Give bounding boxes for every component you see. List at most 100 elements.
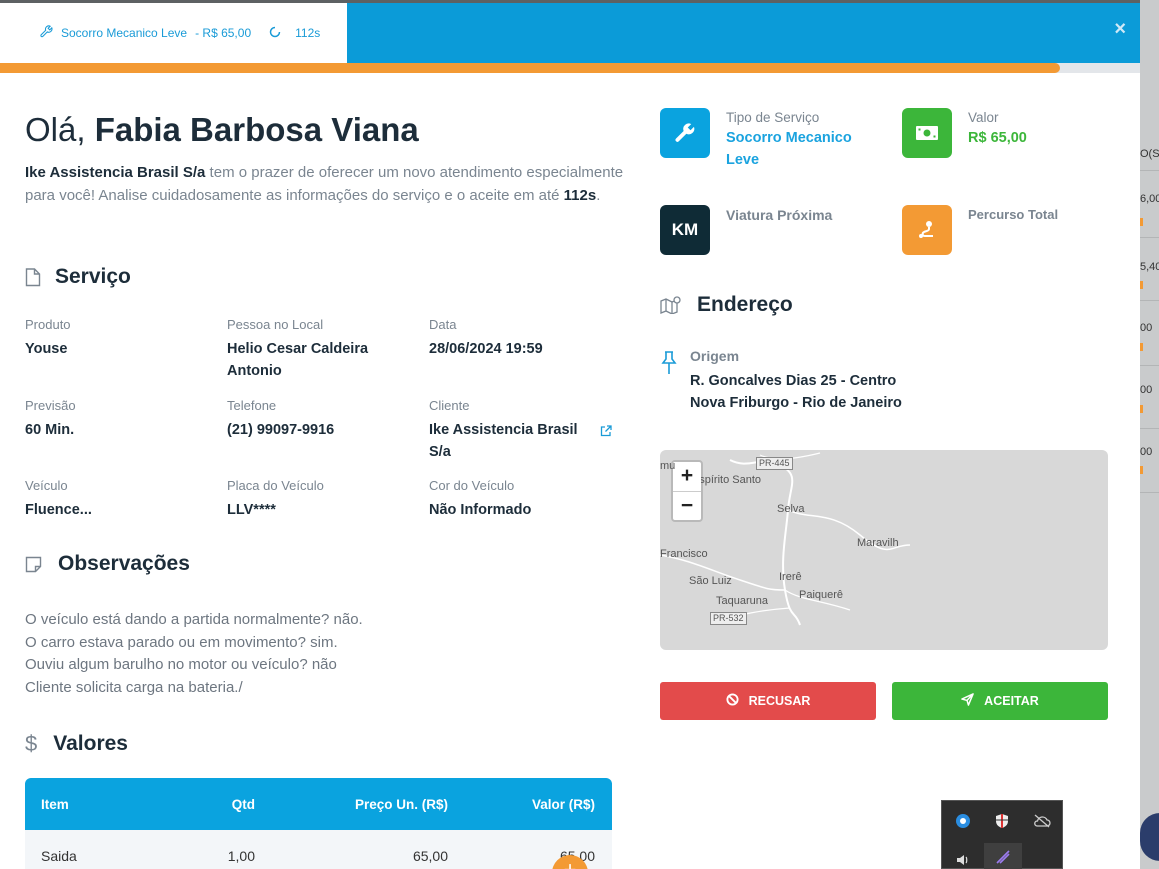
zoom-in-button[interactable]: +: [673, 462, 701, 491]
field-label: Placa do Veículo: [227, 478, 324, 493]
section-servico-title: Serviço: [55, 265, 131, 288]
bg-marker: [1140, 343, 1143, 351]
table-cell: 1,00: [227, 848, 255, 864]
observacao-line: O veículo está dando a partida normalmen…: [25, 611, 363, 628]
map-label: mu: [660, 460, 676, 472]
ban-icon: [726, 693, 749, 709]
card-percurso: Percurso Total: [902, 205, 1058, 255]
field-pessoa-local: Pessoa no Local Helio Cesar Caldeira Ant…: [227, 317, 407, 382]
map-label: Francisco: [660, 548, 708, 560]
valores-table: Item Qtd Preço Un. (R$) Valor (R$) Saida…: [25, 778, 612, 869]
field-value: Ike Assistencia Brasil S/a: [429, 422, 578, 460]
tab-service-price: - R$ 65,00: [195, 26, 252, 40]
note-icon: [25, 556, 42, 573]
intro-text: Ike Assistencia Brasil S/a tem o prazer …: [25, 161, 625, 207]
origin-line1: R. Goncalves Dias 25 - Centro: [690, 373, 897, 389]
system-tray-popup: [941, 800, 1063, 869]
card-valor: Valor R$ 65,00: [902, 108, 1027, 158]
field-label: Veículo: [25, 478, 68, 493]
map-label: Espírito Santo: [701, 474, 761, 486]
section-servico: Serviço: [25, 265, 131, 289]
intro-text-end: .: [596, 187, 601, 204]
pen-icon[interactable]: [984, 843, 1022, 869]
table-cell: Saida: [41, 848, 77, 864]
document-icon: [25, 267, 41, 287]
countdown-progress-fill: [0, 63, 1061, 73]
map-label: Maravilh: [857, 537, 899, 549]
field-value: Fluence...: [25, 502, 92, 518]
km-icon: KM: [660, 205, 710, 255]
pin-icon: [660, 351, 678, 414]
field-data: Data 28/06/2024 19:59: [429, 317, 619, 360]
field-cliente: Cliente Ike Assistencia Brasil S/a: [429, 398, 612, 463]
column-header-item: Item: [41, 796, 69, 812]
service-tab[interactable]: Socorro Mecanico Leve - R$ 65,00 112s: [0, 3, 347, 63]
bg-divider: [1140, 170, 1159, 171]
map-label: Irerê: [779, 571, 802, 583]
map-label: Paiquerê: [799, 589, 844, 601]
bg-divider: [1140, 237, 1159, 238]
bg-cell: 00: [1140, 384, 1153, 396]
refuse-button[interactable]: RECUSAR: [660, 682, 876, 720]
shield-icon[interactable]: [992, 811, 1012, 831]
card-tipo-servico: Tipo de Serviço Socorro Mecanico Leve: [660, 108, 866, 171]
field-veiculo: Veículo Fluence...: [25, 478, 215, 521]
intro-company: Ike Assistencia Brasil S/a: [25, 164, 206, 181]
section-observacoes-title: Observações: [58, 552, 190, 575]
card-value: Socorro Mecanico Leve: [726, 130, 852, 168]
dollar-icon: $: [25, 731, 38, 756]
field-label: Previsão: [25, 398, 76, 413]
speaker-icon[interactable]: [953, 850, 973, 869]
wrench-icon: [660, 108, 710, 158]
origin-label: Origem: [690, 348, 740, 364]
table-cell: 65,00: [412, 848, 448, 864]
field-value: 60 Min.: [25, 422, 75, 438]
section-valores: $ Valores: [25, 731, 128, 757]
bg-cell: 00: [1140, 446, 1153, 458]
bg-cell: O(S: [1140, 148, 1159, 160]
external-link-icon[interactable]: [600, 424, 612, 442]
background-table-edge: O(S 6,00 5,40 00 00 00: [1140, 0, 1159, 869]
field-label: Produto: [25, 317, 71, 332]
card-value: R$ 65,00: [968, 130, 1027, 146]
observacao-line: Cliente solicita carga na bateria./: [25, 678, 243, 696]
zoom-out-button[interactable]: −: [673, 491, 701, 520]
map-road-label: PR-445: [756, 457, 793, 470]
card-label: Valor: [968, 110, 999, 125]
origin-address: Origem R. Goncalves Dias 25 - Centro Nov…: [660, 348, 902, 414]
map-icon: [660, 296, 683, 314]
field-placa: Placa do Veículo LLV****: [227, 478, 417, 521]
route-map[interactable]: + − mu PR-445 Espírito Santo Selva Marav…: [660, 450, 1108, 650]
observacoes-text: O veículo está dando a partida normalmen…: [25, 609, 363, 699]
field-label: Pessoa no Local: [227, 317, 324, 332]
bg-cell: 00: [1140, 322, 1153, 334]
map-zoom-control: + −: [671, 460, 703, 522]
modal-header: Socorro Mecanico Leve - R$ 65,00 112s ×: [0, 3, 1140, 63]
field-previsao: Previsão 60 Min.: [25, 398, 215, 441]
field-value: LLV****: [227, 502, 276, 518]
field-cor: Cor do Veículo Não Informado: [429, 478, 619, 521]
section-endereco-title: Endereço: [697, 293, 793, 316]
countdown-timer: 112s: [295, 26, 321, 40]
accept-button[interactable]: ACEITAR: [892, 682, 1108, 720]
field-value: Não Informado: [429, 502, 532, 518]
card-label: Viatura Próxima: [726, 207, 833, 223]
browser-icon[interactable]: [953, 811, 973, 831]
bg-marker: [1140, 466, 1143, 474]
observacao-line: O carro estava parado ou em movimento? s…: [25, 633, 338, 651]
service-offer-modal: Socorro Mecanico Leve - R$ 65,00 112s × …: [0, 3, 1140, 869]
map-label: Taquaruna: [716, 595, 768, 607]
close-icon[interactable]: ×: [1114, 18, 1126, 41]
field-value: 28/06/2024 19:59: [429, 341, 543, 357]
table-row: Saida 1,00 65,00 65,00: [25, 830, 612, 869]
bg-cell: 6,00: [1140, 193, 1159, 205]
intro-deadline: 112s: [563, 187, 597, 204]
field-label: Telefone: [227, 398, 277, 413]
refuse-button-label: RECUSAR: [748, 694, 811, 708]
cloud-off-icon[interactable]: [1032, 811, 1052, 831]
map-road-label: PR-532: [710, 612, 747, 625]
column-header-valor: Valor (R$): [531, 796, 595, 812]
origin-line2: Nova Friburgo - Rio de Janeiro: [690, 395, 902, 411]
greeting-title: Olá, Fabia Barbosa Viana: [25, 111, 419, 149]
bg-divider: [1140, 300, 1159, 301]
